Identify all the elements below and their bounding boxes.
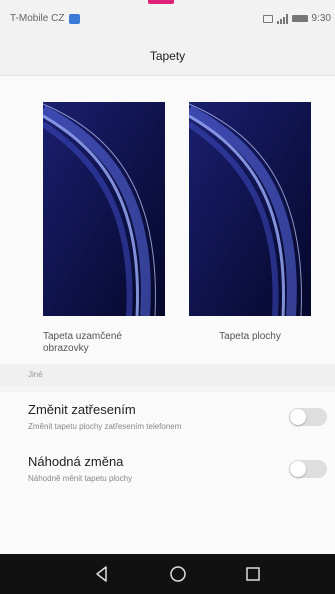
home-icon[interactable] bbox=[167, 564, 189, 584]
setting-title: Náhodná změna bbox=[28, 454, 124, 469]
random-change-toggle[interactable] bbox=[289, 460, 327, 478]
carrier-name: T-Mobile CZ bbox=[10, 13, 65, 24]
empty-area bbox=[0, 496, 335, 554]
setting-random-change[interactable]: Náhodná změna Náhodně měnit tapetu ploch… bbox=[0, 444, 335, 496]
notification-icon bbox=[69, 13, 81, 24]
battery-icon bbox=[291, 15, 308, 22]
lock-screen-wallpaper-preview[interactable] bbox=[43, 102, 165, 316]
screen-indicator bbox=[148, 0, 174, 4]
wallpaper-section: Tapeta uzamčené obrazovky Tapeta plochy bbox=[0, 76, 335, 364]
section-label: Jiné bbox=[28, 370, 43, 379]
section-header: Jiné bbox=[0, 364, 335, 386]
toggle-knob bbox=[290, 409, 306, 425]
page-title: Tapety bbox=[0, 36, 335, 76]
setting-subtitle: Změnit tapetu plochy zatřesením telefone… bbox=[28, 422, 182, 431]
status-right: 9:30 bbox=[262, 13, 331, 24]
status-left: T-Mobile CZ bbox=[10, 13, 81, 24]
wallpaper-image bbox=[43, 102, 165, 316]
clock: 9:30 bbox=[311, 13, 331, 24]
recent-apps-icon[interactable] bbox=[242, 564, 264, 584]
setting-subtitle: Náhodně měnit tapetu plochy bbox=[28, 474, 133, 483]
status-bar: T-Mobile CZ 9:30 bbox=[0, 0, 335, 36]
setting-title: Změnit zatřesením bbox=[28, 402, 136, 417]
home-screen-wallpaper-preview[interactable] bbox=[189, 102, 311, 316]
wallpaper-image bbox=[189, 102, 311, 316]
navigation-bar bbox=[0, 554, 335, 594]
sim-icon bbox=[262, 14, 273, 23]
back-icon[interactable] bbox=[91, 564, 113, 584]
setting-shake-to-change[interactable]: Změnit zatřesením Změnit tapetu plochy z… bbox=[0, 392, 335, 444]
toggle-knob bbox=[290, 461, 306, 477]
shake-to-change-toggle[interactable] bbox=[289, 408, 327, 426]
lock-screen-wallpaper-label: Tapeta uzamčené obrazovky bbox=[43, 331, 122, 354]
signal-icon bbox=[276, 13, 288, 24]
home-screen-wallpaper-label: Tapeta plochy bbox=[219, 331, 281, 342]
